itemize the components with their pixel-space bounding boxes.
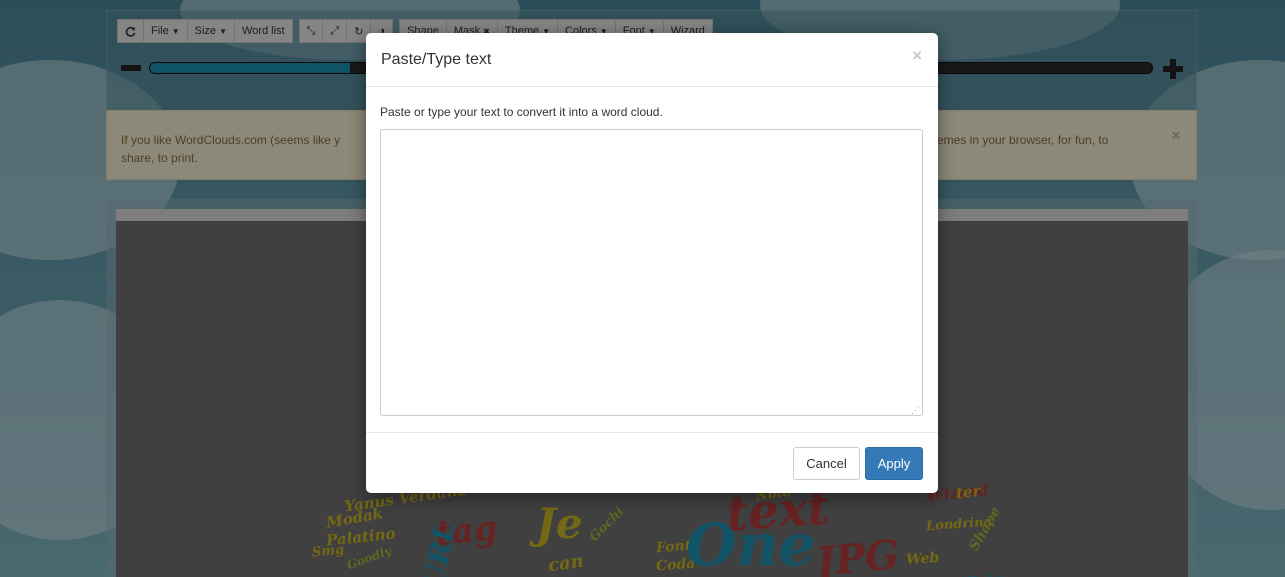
dialog-header: Paste/Type text × xyxy=(366,33,938,87)
dialog-footer: Cancel Apply xyxy=(366,432,938,493)
apply-button[interactable]: Apply xyxy=(865,447,923,480)
dialog-body: Paste or type your text to convert it in… xyxy=(366,87,938,432)
close-icon[interactable]: × xyxy=(912,46,922,66)
dialog-description: Paste or type your text to convert it in… xyxy=(380,105,663,119)
resize-grip-icon[interactable]: ⋰ xyxy=(911,405,920,416)
text-input-area[interactable] xyxy=(380,129,923,416)
dialog-title: Paste/Type text xyxy=(381,51,492,68)
cancel-button[interactable]: Cancel xyxy=(793,447,860,480)
paste-text-dialog: Paste/Type text × Paste or type your tex… xyxy=(366,33,938,493)
